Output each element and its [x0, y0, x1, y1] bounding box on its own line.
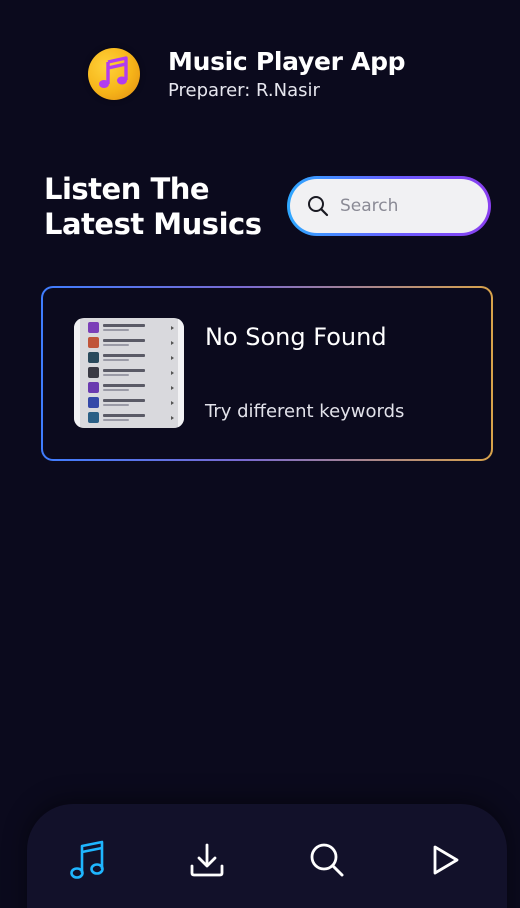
thumbnail-arrow	[171, 355, 174, 360]
thumbnail-art	[88, 337, 99, 348]
thumbnail-lines	[103, 324, 163, 331]
result-title: No Song Found	[205, 323, 387, 351]
thumbnail-arrow	[171, 415, 174, 420]
thumbnail-arrow	[171, 385, 174, 390]
thumbnail-lines	[103, 414, 163, 421]
thumbnail-arrow	[171, 325, 174, 330]
music-note-icon	[70, 840, 104, 879]
bottom-nav	[27, 804, 507, 908]
result-subtitle: Try different keywords	[205, 401, 405, 422]
thumbnail-lines	[103, 339, 163, 346]
thumbnail-art	[88, 322, 99, 333]
thumbnail-edge	[74, 318, 80, 428]
song-thumbnail	[74, 318, 184, 428]
thumbnail-row	[74, 395, 184, 410]
thumbnail-art	[88, 412, 99, 423]
thumbnail-art	[88, 397, 99, 408]
search-box[interactable]	[287, 176, 491, 236]
music-player-app: Music Player App Preparer: R.Nasir Liste…	[0, 0, 520, 908]
download-icon	[190, 843, 224, 877]
app-header: Music Player App Preparer: R.Nasir	[88, 46, 406, 102]
thumbnail-lines	[103, 399, 163, 406]
thumbnail-arrow	[171, 370, 174, 375]
result-card: No Song Found Try different keywords	[41, 286, 493, 461]
thumbnail-row	[74, 335, 184, 350]
thumbnail-arrow	[171, 400, 174, 405]
thumbnail-row	[74, 410, 184, 425]
thumbnail-lines	[103, 354, 163, 361]
app-subtitle: Preparer: R.Nasir	[168, 80, 320, 101]
search-input[interactable]	[338, 195, 472, 217]
thumbnail-edge	[178, 318, 184, 428]
page-title: Listen The Latest Musics	[44, 172, 262, 241]
app-logo	[88, 48, 140, 100]
nav-search[interactable]	[305, 838, 349, 882]
thumbnail-art	[88, 367, 99, 378]
nav-play[interactable]	[424, 838, 468, 882]
thumbnail-lines	[103, 384, 163, 391]
music-note-icon	[99, 56, 128, 88]
thumbnail-row	[74, 380, 184, 395]
search-icon	[308, 196, 329, 217]
search-icon	[310, 843, 344, 877]
thumbnail-lines	[103, 369, 163, 376]
thumbnail-art	[88, 352, 99, 363]
thumbnail-row	[74, 320, 184, 335]
header-titles: Music Player App Preparer: R.Nasir	[168, 46, 406, 102]
app-title: Music Player App	[168, 47, 406, 76]
nav-music[interactable]	[66, 838, 110, 882]
thumbnail-arrow	[171, 340, 174, 345]
thumbnail-row	[74, 365, 184, 380]
search-inner[interactable]	[290, 179, 488, 233]
thumbnail-art	[88, 382, 99, 393]
thumbnail-row	[74, 350, 184, 365]
nav-download[interactable]	[185, 838, 229, 882]
result-card-body: No Song Found Try different keywords	[43, 288, 491, 459]
play-icon	[433, 845, 459, 875]
